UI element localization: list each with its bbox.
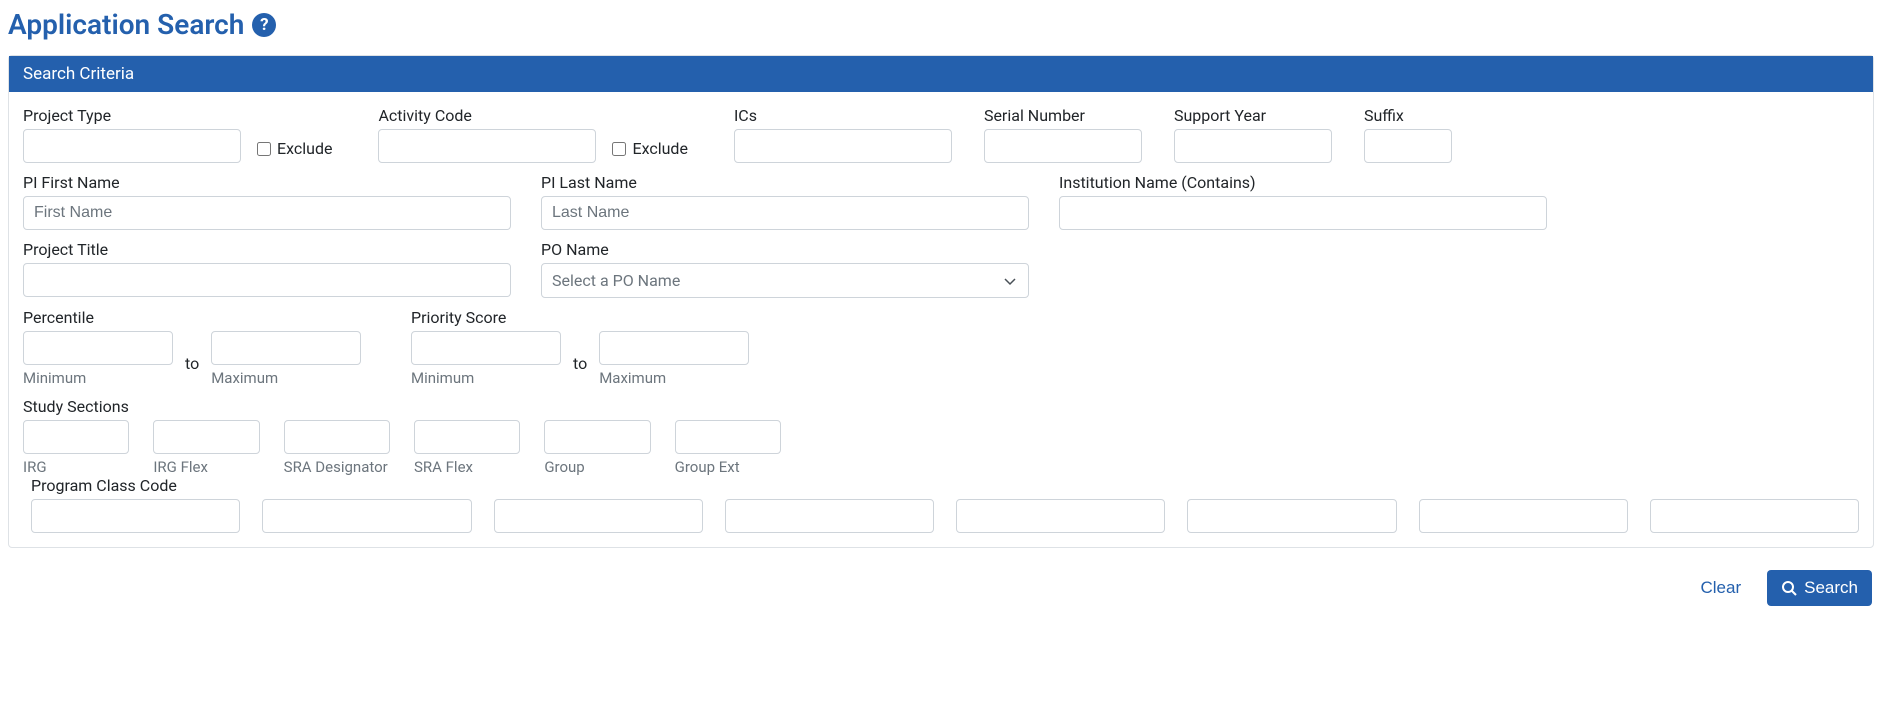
project-title-label: Project Title <box>23 240 511 259</box>
percentile-label: Percentile <box>23 308 391 327</box>
exclude-activity-code-checkbox[interactable] <box>612 142 626 156</box>
sra-flex-sublabel: SRA Flex <box>414 458 520 476</box>
search-button[interactable]: Search <box>1767 570 1872 606</box>
group-input[interactable] <box>544 420 650 454</box>
po-name-select[interactable]: Select a PO Name <box>541 263 1029 298</box>
pi-first-name-input[interactable] <box>23 196 511 230</box>
pcc-input-4[interactable] <box>725 499 934 533</box>
priority-score-to-label: to <box>573 346 587 373</box>
percentile-min-sublabel: Minimum <box>23 369 173 387</box>
pi-last-name-label: PI Last Name <box>541 173 1029 192</box>
institution-label: Institution Name (Contains) <box>1059 173 1547 192</box>
priority-score-min-sublabel: Minimum <box>411 369 561 387</box>
pcc-input-7[interactable] <box>1419 499 1628 533</box>
ics-label: ICs <box>734 106 952 125</box>
percentile-max-sublabel: Maximum <box>211 369 361 387</box>
chevron-down-icon <box>1002 273 1018 289</box>
sra-flex-input[interactable] <box>414 420 520 454</box>
clear-button[interactable]: Clear <box>1693 571 1750 605</box>
sra-designator-sublabel: SRA Designator <box>284 458 390 476</box>
study-sections-label: Study Sections <box>23 397 781 416</box>
exclude-project-type-label: Exclude <box>277 139 332 158</box>
group-ext-sublabel: Group Ext <box>675 458 781 476</box>
irg-flex-input[interactable] <box>153 420 259 454</box>
suffix-label: Suffix <box>1364 106 1452 125</box>
pcc-input-3[interactable] <box>494 499 703 533</box>
priority-score-min-input[interactable] <box>411 331 561 365</box>
pcc-input-1[interactable] <box>31 499 240 533</box>
search-criteria-panel: Search Criteria Project Type Exclude Act… <box>8 55 1874 548</box>
serial-number-label: Serial Number <box>984 106 1142 125</box>
irg-flex-sublabel: IRG Flex <box>153 458 259 476</box>
pcc-input-6[interactable] <box>1187 499 1396 533</box>
ics-input[interactable] <box>734 129 952 163</box>
activity-code-label: Activity Code <box>378 106 596 125</box>
project-type-label: Project Type <box>23 106 241 125</box>
exclude-project-type-checkbox[interactable] <box>257 142 271 156</box>
pi-first-name-label: PI First Name <box>23 173 511 192</box>
help-icon[interactable]: ? <box>252 13 276 37</box>
irg-input[interactable] <box>23 420 129 454</box>
group-sublabel: Group <box>544 458 650 476</box>
priority-score-max-sublabel: Maximum <box>599 369 749 387</box>
search-button-label: Search <box>1804 578 1858 598</box>
irg-sublabel: IRG <box>23 458 129 476</box>
program-class-code-label: Program Class Code <box>31 476 1859 495</box>
group-ext-input[interactable] <box>675 420 781 454</box>
percentile-max-input[interactable] <box>211 331 361 365</box>
institution-input[interactable] <box>1059 196 1547 230</box>
activity-code-input[interactable] <box>378 129 596 163</box>
page-title-text: Application Search <box>8 8 244 41</box>
pcc-input-8[interactable] <box>1650 499 1859 533</box>
suffix-input[interactable] <box>1364 129 1452 163</box>
search-icon <box>1781 580 1797 596</box>
percentile-to-label: to <box>185 346 199 373</box>
project-type-input[interactable] <box>23 129 241 163</box>
priority-score-max-input[interactable] <box>599 331 749 365</box>
percentile-min-input[interactable] <box>23 331 173 365</box>
sra-designator-input[interactable] <box>284 420 390 454</box>
support-year-input[interactable] <box>1174 129 1332 163</box>
serial-number-input[interactable] <box>984 129 1142 163</box>
pcc-input-5[interactable] <box>956 499 1165 533</box>
po-name-label: PO Name <box>541 240 1029 259</box>
support-year-label: Support Year <box>1174 106 1332 125</box>
panel-header: Search Criteria <box>9 56 1873 92</box>
priority-score-label: Priority Score <box>411 308 779 327</box>
pi-last-name-input[interactable] <box>541 196 1029 230</box>
project-title-input[interactable] <box>23 263 511 297</box>
exclude-activity-code-label: Exclude <box>632 139 687 158</box>
po-name-placeholder: Select a PO Name <box>552 271 680 290</box>
pcc-input-2[interactable] <box>262 499 471 533</box>
page-title: Application Search ? <box>8 8 1874 41</box>
